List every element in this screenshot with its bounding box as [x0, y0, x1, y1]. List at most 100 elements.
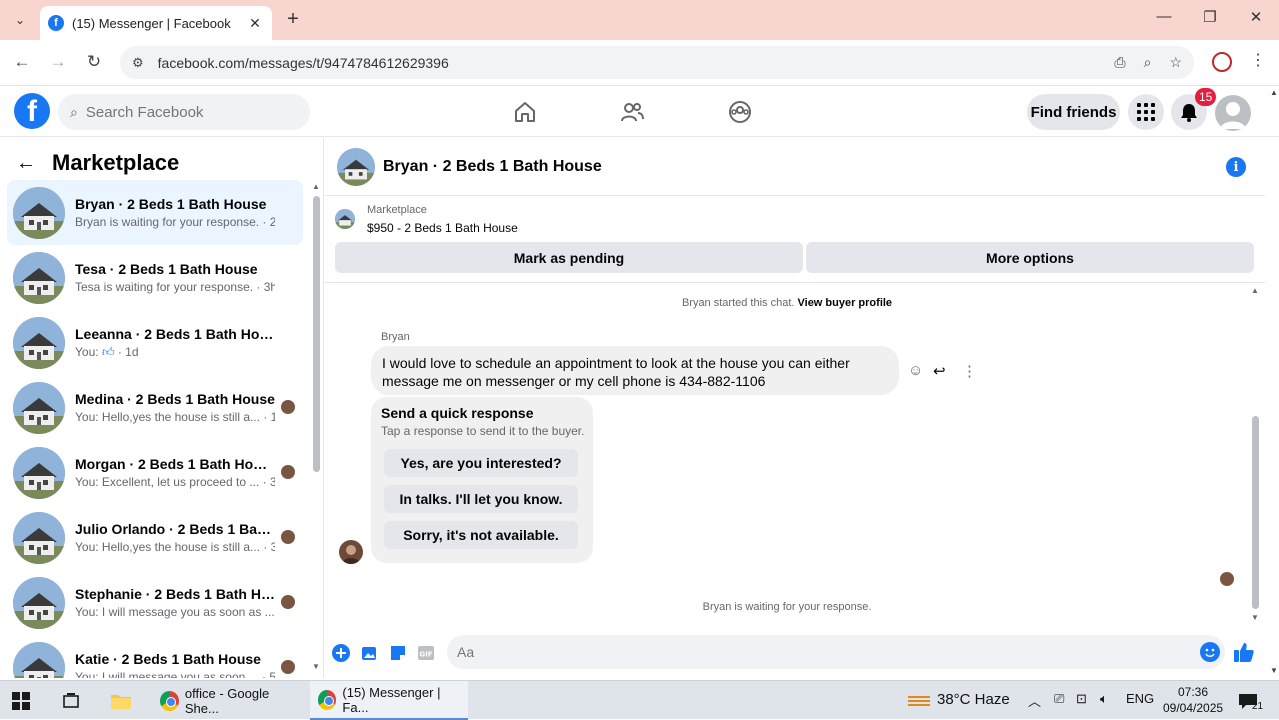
zoom-icon[interactable]: ⌕ [1144, 54, 1152, 71]
restore-icon[interactable]: ❐ [1195, 8, 1225, 26]
buyer-avatar[interactable] [339, 540, 363, 564]
message-bubble[interactable]: I would love to schedule an appointment … [371, 346, 899, 395]
account-avatar[interactable] [1215, 95, 1251, 131]
browser-menu-icon[interactable]: ⋮ [1250, 50, 1266, 70]
bookmark-star-icon[interactable]: ☆ [1169, 54, 1182, 71]
facebook-favicon-icon: f [48, 15, 64, 31]
volume-icon[interactable]: 🔈︎ [1100, 691, 1108, 707]
reply-icon[interactable]: ↩ [933, 362, 946, 380]
conversation-name: Morgan · 2 Beds 1 Bath House [75, 456, 275, 472]
preview-suffix: · 1d [117, 344, 139, 359]
conversation-item[interactable]: Leeanna · 2 Beds 1 Bath House You: 👍︎ · 1… [7, 310, 303, 375]
find-friends-button[interactable]: Find friends [1027, 94, 1120, 130]
reload-icon[interactable]: ↻ [82, 52, 106, 72]
clock-date: 09/04/2025 [1163, 701, 1224, 715]
friends-icon[interactable] [617, 97, 647, 127]
install-app-icon[interactable]: ⎙ [1114, 54, 1125, 71]
language-indicator[interactable]: ENG [1126, 691, 1154, 706]
scroll-down-icon[interactable]: ▼ [1270, 666, 1278, 675]
facebook-logo-icon[interactable]: f [14, 93, 50, 129]
site-info-icon[interactable]: ⚙ [132, 55, 144, 71]
forward-icon[interactable]: → [46, 52, 70, 72]
quick-response-button[interactable]: In talks. I'll let you know. [384, 485, 578, 513]
sender-name: Bryan [381, 331, 410, 343]
message-input[interactable] [447, 635, 1225, 669]
quick-response-button[interactable]: Sorry, it's not available. [384, 521, 578, 549]
conversation-thumbnail [13, 511, 65, 564]
conversation-thumbnail [13, 641, 65, 678]
scroll-down-icon[interactable]: ▼ [1251, 613, 1259, 622]
listing-price-title[interactable]: $950 - 2 Beds 1 Bath House [367, 221, 518, 235]
conversation-preview: You: 👍︎ · 1d [75, 345, 275, 360]
conversation-name: Bryan · 2 Beds 1 Bath House [75, 196, 267, 212]
conversation-thumbnail [13, 446, 65, 499]
chat-scroll-thumb[interactable] [1252, 416, 1259, 609]
mark-as-pending-button[interactable]: Mark as pending [335, 242, 803, 273]
conversation-item[interactable]: Julio Orlando · 2 Beds 1 Bath ... You: He… [7, 505, 303, 570]
sidebar-scrollbar[interactable]: ▲ ▼ [312, 182, 320, 676]
chat-scrollbar[interactable]: ▲ ▼ [1251, 286, 1261, 623]
scroll-down-icon[interactable]: ▼ [312, 662, 320, 671]
plus-circle-icon[interactable] [331, 643, 351, 663]
emoji-icon[interactable] [1200, 642, 1220, 662]
conversation-item[interactable]: Medina · 2 Beds 1 Bath House You: Hello,y… [7, 375, 303, 440]
back-icon[interactable]: ← [10, 52, 34, 72]
conversation-thumbnail [13, 186, 65, 239]
react-icon[interactable]: ☺ [908, 362, 923, 379]
more-options-button[interactable]: More options [806, 242, 1254, 273]
weather-text[interactable]: 38°C Haze [937, 691, 1010, 708]
tab-search-icon[interactable]: ⌄ [8, 9, 32, 31]
quick-response-button[interactable]: Yes, are you interested? [384, 449, 578, 477]
tab-title: (15) Messenger | Facebook [72, 15, 231, 31]
sidebar-scroll-thumb[interactable] [313, 196, 320, 472]
facebook-search[interactable]: ⌕ [58, 94, 310, 130]
gif-icon[interactable]: GIF [416, 643, 436, 663]
profile-icon[interactable] [1212, 52, 1232, 72]
file-explorer-icon[interactable] [110, 681, 132, 720]
waiting-notice: Bryan is waiting for your response. [702, 601, 872, 613]
clock[interactable]: 07:36 09/04/2025 [1163, 684, 1223, 716]
window-close-icon[interactable]: ✕ [1241, 8, 1271, 26]
listing-thumbnail[interactable] [337, 147, 375, 186]
info-icon[interactable]: i [1226, 157, 1246, 177]
browser-tab[interactable]: f (15) Messenger | Facebook ✕ [40, 6, 272, 40]
scroll-up-icon[interactable]: ▲ [312, 182, 320, 191]
meet-now-icon[interactable]: ⎚ [1054, 691, 1064, 707]
taskbar-app-messenger[interactable]: (15) Messenger | Fa... [310, 681, 468, 720]
omnibox[interactable]: ⚙ facebook.com/messages/t/94747846126293… [120, 46, 1194, 79]
conversation-item[interactable]: Tesa · 2 Beds 1 Bath House Tesa is waitin… [7, 245, 303, 310]
minimize-icon[interactable]: — [1149, 8, 1179, 25]
tab-close-icon[interactable]: ✕ [246, 15, 264, 32]
conversation-item[interactable]: Bryan · 2 Beds 1 Bath House Bryan is wait… [7, 180, 303, 245]
page-scrollbar[interactable]: ▲ ▼ [1268, 88, 1279, 678]
sticker-icon[interactable] [388, 643, 408, 663]
show-hidden-icons-icon[interactable]: ︿ [1028, 691, 1041, 710]
thumbs-up-icon[interactable] [1233, 641, 1255, 669]
new-tab-icon[interactable]: + [282, 8, 304, 31]
scroll-up-icon[interactable]: ▲ [1270, 88, 1278, 97]
conversation-text: Stephanie · 2 Beds 1 Bath House You: I wi… [75, 586, 275, 619]
groups-icon[interactable] [725, 97, 755, 127]
menu-grid-icon[interactable] [1128, 94, 1164, 130]
chat-title[interactable]: Bryan · 2 Beds 1 Bath House [383, 158, 602, 176]
chat-started-text: Bryan started this chat. [681, 297, 795, 309]
conversation-text: Bryan · 2 Beds 1 Bath House Bryan is wait… [75, 196, 275, 229]
home-icon[interactable] [510, 97, 540, 127]
back-arrow-icon[interactable]: ← [16, 152, 36, 175]
task-view-icon[interactable] [62, 681, 80, 720]
network-icon[interactable]: ⊡ [1076, 691, 1087, 707]
photo-icon[interactable] [360, 643, 380, 663]
search-icon: ⌕ [70, 103, 78, 120]
conversation-item[interactable]: Stephanie · 2 Beds 1 Bath House You: I wi… [7, 570, 303, 635]
start-icon[interactable] [12, 681, 30, 720]
weather-icon[interactable] [906, 681, 932, 720]
conversation-item[interactable]: Katie · 2 Beds 1 Bath House You: I will m… [7, 635, 303, 678]
clock-time: 07:36 [1177, 685, 1209, 699]
search-input[interactable] [85, 103, 286, 121]
taskbar-app-sheets[interactable]: office - Google She... [152, 681, 308, 720]
conversation-item[interactable]: Morgan · 2 Beds 1 Bath House You: Excelle… [7, 440, 303, 505]
view-buyer-profile-link[interactable]: View buyer profile [798, 297, 893, 309]
message-more-icon[interactable]: ⋮ [962, 362, 977, 380]
url-text[interactable]: facebook.com/messages/t/9474784612629396 [158, 55, 1097, 71]
scroll-up-icon[interactable]: ▲ [1251, 286, 1259, 295]
